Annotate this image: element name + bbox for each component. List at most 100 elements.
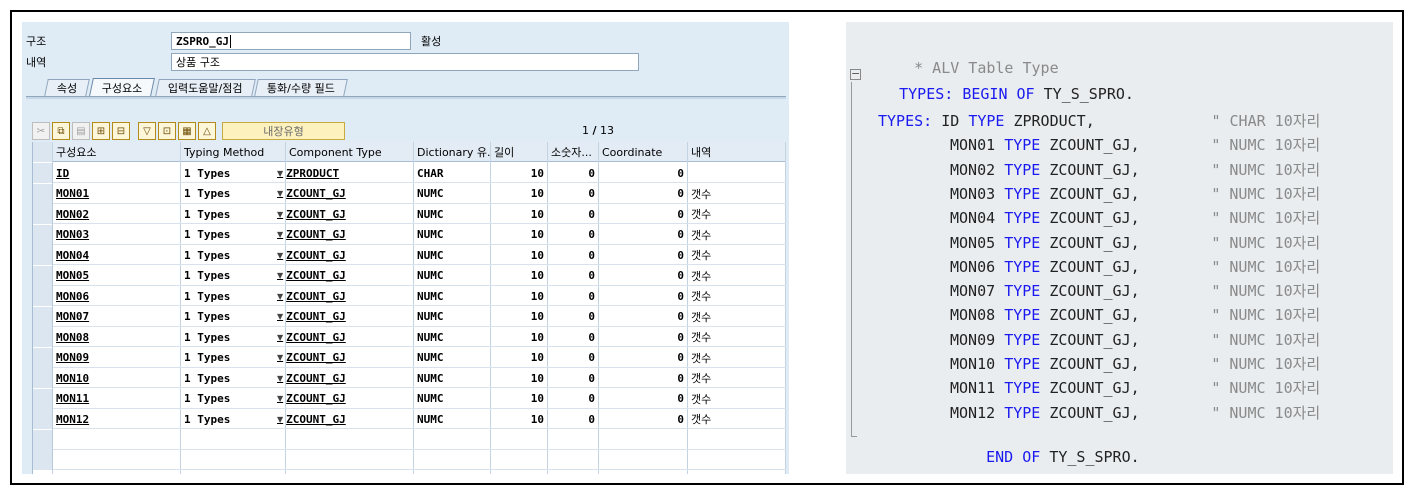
row-selector[interactable] [33, 347, 53, 368]
cell-decimals[interactable]: 0 [548, 348, 599, 368]
table-row[interactable]: MON02 1 Types ▼ ZCOUNT_GJ NUMC 10 0 0 갯수 [33, 204, 786, 224]
cell-typing-method[interactable]: 1 Types [181, 184, 286, 204]
column-header-description[interactable]: 내역 [688, 142, 786, 162]
column-header-decimals[interactable]: 소숫자... [548, 142, 599, 162]
cell-component[interactable]: MON06 [53, 286, 181, 306]
cell-component[interactable]: MON09 [53, 348, 181, 368]
cell-typing-method[interactable]: 1 Types [181, 409, 286, 429]
cell-component-type[interactable]: ▼ ZCOUNT_GJ [274, 204, 414, 224]
cell-typing-method[interactable]: 1 Types [181, 245, 286, 265]
cell-dictionary-type[interactable]: NUMC [414, 286, 491, 306]
column-header-typing-method[interactable]: Typing Method [181, 142, 286, 162]
cell-typing-method[interactable]: 1 Types [181, 307, 286, 327]
cell-decimals[interactable]: 0 [548, 245, 599, 265]
tab-components[interactable]: 구성요소 [89, 78, 156, 96]
dropdown-arrow-icon[interactable]: ▼ [277, 189, 283, 198]
cell-coordinate[interactable]: 0 [599, 327, 688, 347]
cell-coordinate[interactable]: 0 [599, 348, 688, 368]
cell-component-type[interactable]: ▼ ZCOUNT_GJ [274, 286, 414, 306]
cell-coordinate[interactable]: 0 [599, 409, 688, 429]
row-selector[interactable] [33, 409, 53, 429]
cell-coordinate[interactable]: 0 [599, 389, 688, 409]
cell-dictionary-type[interactable]: NUMC [414, 245, 491, 265]
row-selector[interactable] [33, 368, 53, 388]
cell-length[interactable]: 10 [491, 184, 548, 204]
detail-icon[interactable]: ⊡ [158, 122, 176, 140]
cell-component-type[interactable]: ▼ ZCOUNT_GJ [274, 368, 414, 388]
select-all-cell[interactable] [33, 142, 53, 162]
cell-coordinate[interactable]: 0 [599, 307, 688, 327]
dropdown-arrow-icon[interactable]: ▼ [277, 210, 283, 219]
cell-description[interactable]: 갯수 [688, 389, 786, 409]
cell-description[interactable]: 갯수 [688, 204, 786, 224]
cell-component[interactable]: ID [53, 163, 181, 183]
cell-dictionary-type[interactable]: NUMC [414, 368, 491, 388]
table-row[interactable]: MON05 1 Types ▼ ZCOUNT_GJ NUMC 10 0 0 갯수 [33, 265, 786, 286]
cell-coordinate[interactable]: 0 [599, 286, 688, 306]
cell-typing-method[interactable]: 1 Types [181, 204, 286, 224]
dropdown-arrow-icon[interactable]: ▼ [277, 312, 283, 321]
cell-length[interactable]: 10 [491, 368, 548, 388]
tab-input-help-check[interactable]: 입력도움말/점검 [154, 79, 256, 96]
cell-coordinate[interactable]: 0 [599, 184, 688, 204]
cell-decimals[interactable]: 0 [548, 286, 599, 306]
cell-description[interactable]: 갯수 [688, 368, 786, 388]
cut-icon[interactable]: ✂ [32, 122, 50, 140]
cell-length[interactable]: 10 [491, 348, 548, 368]
dropdown-arrow-icon[interactable]: ▼ [277, 333, 283, 342]
cell-decimals[interactable]: 0 [548, 307, 599, 327]
table-row[interactable]: MON11 1 Types ▼ ZCOUNT_GJ NUMC 10 0 0 갯수 [33, 388, 786, 409]
column-header-component-type[interactable]: Component Type [286, 142, 414, 162]
cell-decimals[interactable]: 0 [548, 184, 599, 204]
cell-description[interactable]: 갯수 [688, 266, 786, 286]
description-field[interactable]: 상품 구조 [171, 53, 639, 71]
table-row[interactable]: MON01 1 Types ▼ ZCOUNT_GJ NUMC 10 0 0 갯수 [33, 183, 786, 204]
cell-decimals[interactable]: 0 [548, 204, 599, 224]
table-row[interactable]: MON09 1 Types ▼ ZCOUNT_GJ NUMC 10 0 0 갯수 [33, 347, 786, 368]
copy-icon[interactable]: ⧉ [52, 122, 70, 140]
dropdown-arrow-icon[interactable]: ▼ [277, 230, 283, 239]
cell-coordinate[interactable]: 0 [599, 266, 688, 286]
cell-coordinate[interactable]: 0 [599, 368, 688, 388]
cell-component-type[interactable]: ▼ ZCOUNT_GJ [274, 327, 414, 347]
row-selector[interactable] [33, 163, 53, 183]
dropdown-arrow-icon[interactable]: ▼ [277, 415, 283, 424]
cell-length[interactable]: 10 [491, 225, 548, 245]
cell-typing-method[interactable]: 1 Types [181, 327, 286, 347]
cell-length[interactable]: 10 [491, 286, 548, 306]
cell-dictionary-type[interactable]: CHAR [414, 163, 491, 183]
cell-typing-method[interactable]: 1 Types [181, 266, 286, 286]
cell-length[interactable]: 10 [491, 409, 548, 429]
structure-name-field[interactable]: ZSPRO_GJ [171, 32, 411, 50]
cell-component[interactable]: MON05 [53, 266, 181, 286]
cell-coordinate[interactable]: 0 [599, 245, 688, 265]
filter-icon[interactable]: ▽ [138, 122, 156, 140]
table-row[interactable] [33, 429, 786, 450]
cell-description[interactable]: 갯수 [688, 409, 786, 429]
row-selector[interactable] [33, 286, 53, 306]
cell-component[interactable]: MON02 [53, 204, 181, 224]
cell-length[interactable]: 10 [491, 204, 548, 224]
row-selector[interactable] [33, 224, 53, 245]
tab-currency-quantity[interactable]: 통화/수량 필드 [254, 79, 349, 96]
cell-component-type[interactable]: ▼ ZCOUNT_GJ [274, 266, 414, 286]
cell-description[interactable]: 갯수 [688, 348, 786, 368]
cell-component[interactable]: MON12 [53, 409, 181, 429]
cell-component-type[interactable]: ▼ ZCOUNT_GJ [274, 307, 414, 327]
cell-description[interactable]: 갯수 [688, 245, 786, 265]
cell-length[interactable]: 10 [491, 245, 548, 265]
cell-decimals[interactable]: 0 [548, 409, 599, 429]
cell-dictionary-type[interactable]: NUMC [414, 348, 491, 368]
cell-description[interactable]: 갯수 [688, 327, 786, 347]
cell-coordinate[interactable]: 0 [599, 163, 688, 183]
dropdown-arrow-icon[interactable]: ▼ [277, 394, 283, 403]
cell-component[interactable]: MON07 [53, 307, 181, 327]
dropdown-arrow-icon[interactable]: ▼ [277, 374, 283, 383]
cell-length[interactable]: 10 [491, 327, 548, 347]
insert-row-icon[interactable]: ⊞ [92, 122, 110, 140]
column-header-coordinate[interactable]: Coordinate [599, 142, 688, 162]
cell-dictionary-type[interactable]: NUMC [414, 225, 491, 245]
row-selector[interactable] [33, 450, 53, 470]
table-row[interactable]: MON08 1 Types ▼ ZCOUNT_GJ NUMC 10 0 0 갯수 [33, 327, 786, 347]
cell-description[interactable]: 갯수 [688, 307, 786, 327]
